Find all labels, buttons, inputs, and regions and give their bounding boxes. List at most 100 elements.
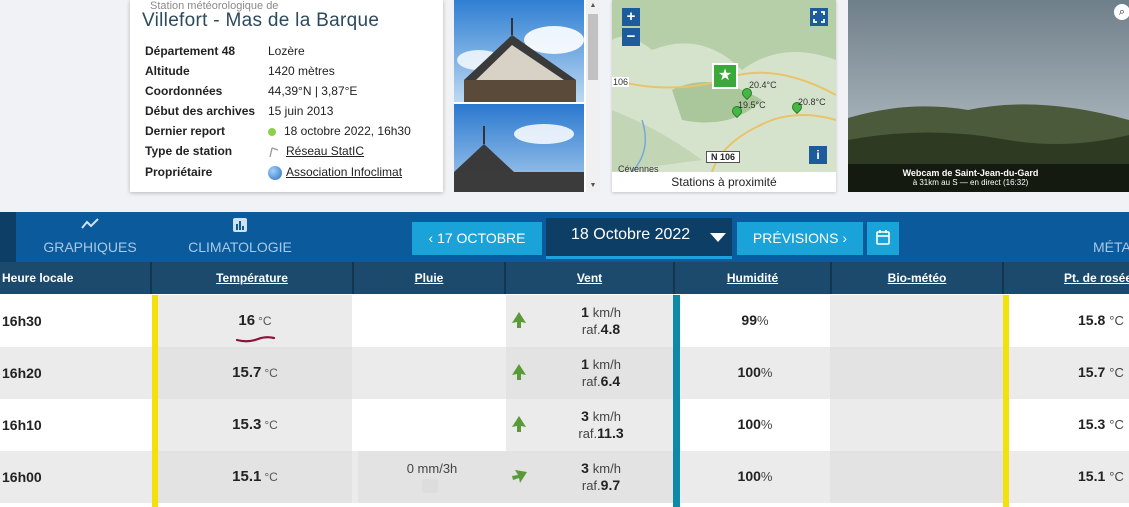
dew-point-unit: °C <box>1109 469 1124 484</box>
map-road-n106: N 106 <box>706 151 741 163</box>
wind-cell: 1 km/h raf.6.4 <box>506 347 673 399</box>
wind-direction-icon <box>512 312 526 328</box>
info-key: Type de station <box>145 144 233 158</box>
col-wind[interactable]: Vent <box>506 262 673 294</box>
humidity-unit: % <box>760 365 773 380</box>
humidity-unit: % <box>760 469 773 484</box>
map-zoom-out-button[interactable]: − <box>622 28 640 46</box>
info-value: Réseau StatIC <box>268 144 364 158</box>
info-row-departement: Département 48 Lozère <box>145 44 305 58</box>
webcam-zoom-icon[interactable]: ⌕ <box>1114 4 1129 20</box>
map-canvas[interactable]: + − 106 ★ 20.4°C 19.5°C 20.8°C N 106 Cév… <box>612 0 836 172</box>
row-time: 16h30 <box>2 313 42 329</box>
rain-cell: 0 mm/3h <box>358 451 506 503</box>
rain-gauge-icon <box>422 479 438 493</box>
dew-point-value: 15.3 <box>1078 416 1106 432</box>
temperature-unit: °C <box>258 314 272 328</box>
gust-value: 4.8 <box>600 321 621 337</box>
wind-cell: 1 km/h raf.4.8 <box>506 295 673 347</box>
info-key: Début des archives <box>145 104 256 118</box>
nav-accent <box>0 212 16 262</box>
previous-day-button[interactable]: ‹ 17 OCTOBRE <box>412 222 542 255</box>
temperature-unit: °C <box>264 418 278 432</box>
col-bio-meteo[interactable]: Bio-météo <box>832 262 1002 294</box>
forecast-button[interactable]: PRÉVISIONS › <box>737 222 863 255</box>
map-fullscreen-icon[interactable] <box>810 8 828 26</box>
col-temperature[interactable]: Température <box>152 262 352 294</box>
rain-value: 0 mm/3h <box>406 461 458 476</box>
info-key: Coordonnées <box>145 84 223 98</box>
gust-value: 6.4 <box>600 373 621 389</box>
forecast-label: PRÉVISIONS <box>752 230 839 246</box>
wind-speed: 3 <box>581 408 589 424</box>
tab-label: GRAPHIQUES <box>43 239 137 255</box>
bio-meteo-cell <box>830 451 1004 503</box>
temperature-unit: °C <box>264 470 278 484</box>
info-value: 1420 mètres <box>268 64 335 78</box>
owner-link[interactable]: Association Infoclimat <box>286 165 402 179</box>
temperature-unit: °C <box>264 366 278 380</box>
info-row-archives: Début des archives 15 juin 2013 <box>145 104 333 118</box>
wind-speed: 1 <box>581 356 589 372</box>
temperature-cell: 15.1 °C <box>158 451 352 503</box>
station-network-link[interactable]: Réseau StatIC <box>286 144 364 158</box>
status-dot-icon <box>268 127 276 136</box>
temperature-value: 15.3 <box>232 416 262 433</box>
webcam-title: Webcam de Saint-Jean-du-Gard <box>902 168 1039 178</box>
wind-speed: 3 <box>581 460 589 476</box>
tab-meta[interactable]: MÉTA <box>1093 239 1129 255</box>
gust-value: 9.7 <box>600 477 621 493</box>
map-zoom-in-button[interactable]: + <box>622 8 640 26</box>
scroll-up-icon[interactable]: ▲ <box>586 0 600 12</box>
station-photo-1[interactable] <box>454 0 584 102</box>
wind-direction-icon <box>512 470 527 483</box>
chevron-right-icon: › <box>838 230 848 246</box>
info-row-station-type: Type de station Réseau StatIC <box>145 144 364 158</box>
line-chart-icon <box>30 217 150 235</box>
date-selector[interactable]: 18 Octobre 2022 <box>546 218 732 259</box>
current-station-star-icon[interactable]: ★ <box>712 63 738 89</box>
rain-cell <box>358 347 506 399</box>
scroll-down-icon[interactable]: ▼ <box>586 180 600 192</box>
col-rain[interactable]: Pluie <box>354 262 504 294</box>
station-photos: ▲ ▼ <box>454 0 600 192</box>
wind-unit: km/h <box>592 461 621 476</box>
scroll-thumb[interactable] <box>588 14 598 80</box>
webcam-caption: Webcam de Saint-Jean-du-Gard à 31km au S… <box>848 168 1093 187</box>
chevron-down-icon <box>710 233 726 242</box>
dew-point-value: 15.1 <box>1078 468 1106 484</box>
col-humidity[interactable]: Humidité <box>675 262 830 294</box>
info-key: Propriétaire <box>145 165 213 179</box>
photos-scrollbar[interactable]: ▲ ▼ <box>586 0 600 192</box>
previous-day-label: 17 OCTOBRE <box>437 230 526 246</box>
wind-speed: 1 <box>581 304 589 320</box>
col-time: Heure locale <box>2 271 74 285</box>
handwritten-underline <box>236 336 276 343</box>
info-key: Dernier report <box>145 124 226 138</box>
info-key: Altitude <box>145 64 190 78</box>
tab-climatologie[interactable]: CLIMATOLOGIE <box>180 212 300 262</box>
info-row-last-report: Dernier report 18 octobre 2022, 16h30 <box>145 124 411 138</box>
map-info-icon[interactable]: i <box>809 146 827 164</box>
humidity-value: 99 <box>741 312 757 328</box>
globe-icon <box>268 165 282 180</box>
tab-graphiques[interactable]: GRAPHIQUES <box>30 212 150 262</box>
rain-cell <box>358 295 506 347</box>
info-value: 44,39°N | 3,87°E <box>268 84 358 98</box>
station-photo-2[interactable] <box>454 104 584 192</box>
webcam-image[interactable] <box>848 0 1129 192</box>
nearby-stations-map[interactable]: + − 106 ★ 20.4°C 19.5°C 20.8°C N 106 Cév… <box>612 0 836 192</box>
temperature-column-bar <box>152 295 158 507</box>
temperature-cell: 15.7 °C <box>158 347 352 399</box>
humidity-value: 100 <box>737 364 761 380</box>
info-row-coordinates: Coordonnées 44,39°N | 3,87°E <box>145 84 357 98</box>
tab-label: CLIMATOLOGIE <box>188 239 292 255</box>
wind-unit: km/h <box>592 409 621 424</box>
col-dew-point[interactable]: Pt. de rosée <box>1004 262 1129 294</box>
calendar-button[interactable] <box>867 222 899 255</box>
temperature-value: 15.7 <box>232 364 262 381</box>
webcam-panel[interactable]: ⌕ Webcam de Saint-Jean-du-Gard à 31km au… <box>848 0 1129 192</box>
station-header: Station météorologique de Villefort - Ma… <box>0 0 1129 212</box>
table-row: 16h20 15.7 °C 1 km/h raf.6.4 100% 15.7 °C <box>0 347 1129 399</box>
calendar-icon <box>876 230 890 245</box>
